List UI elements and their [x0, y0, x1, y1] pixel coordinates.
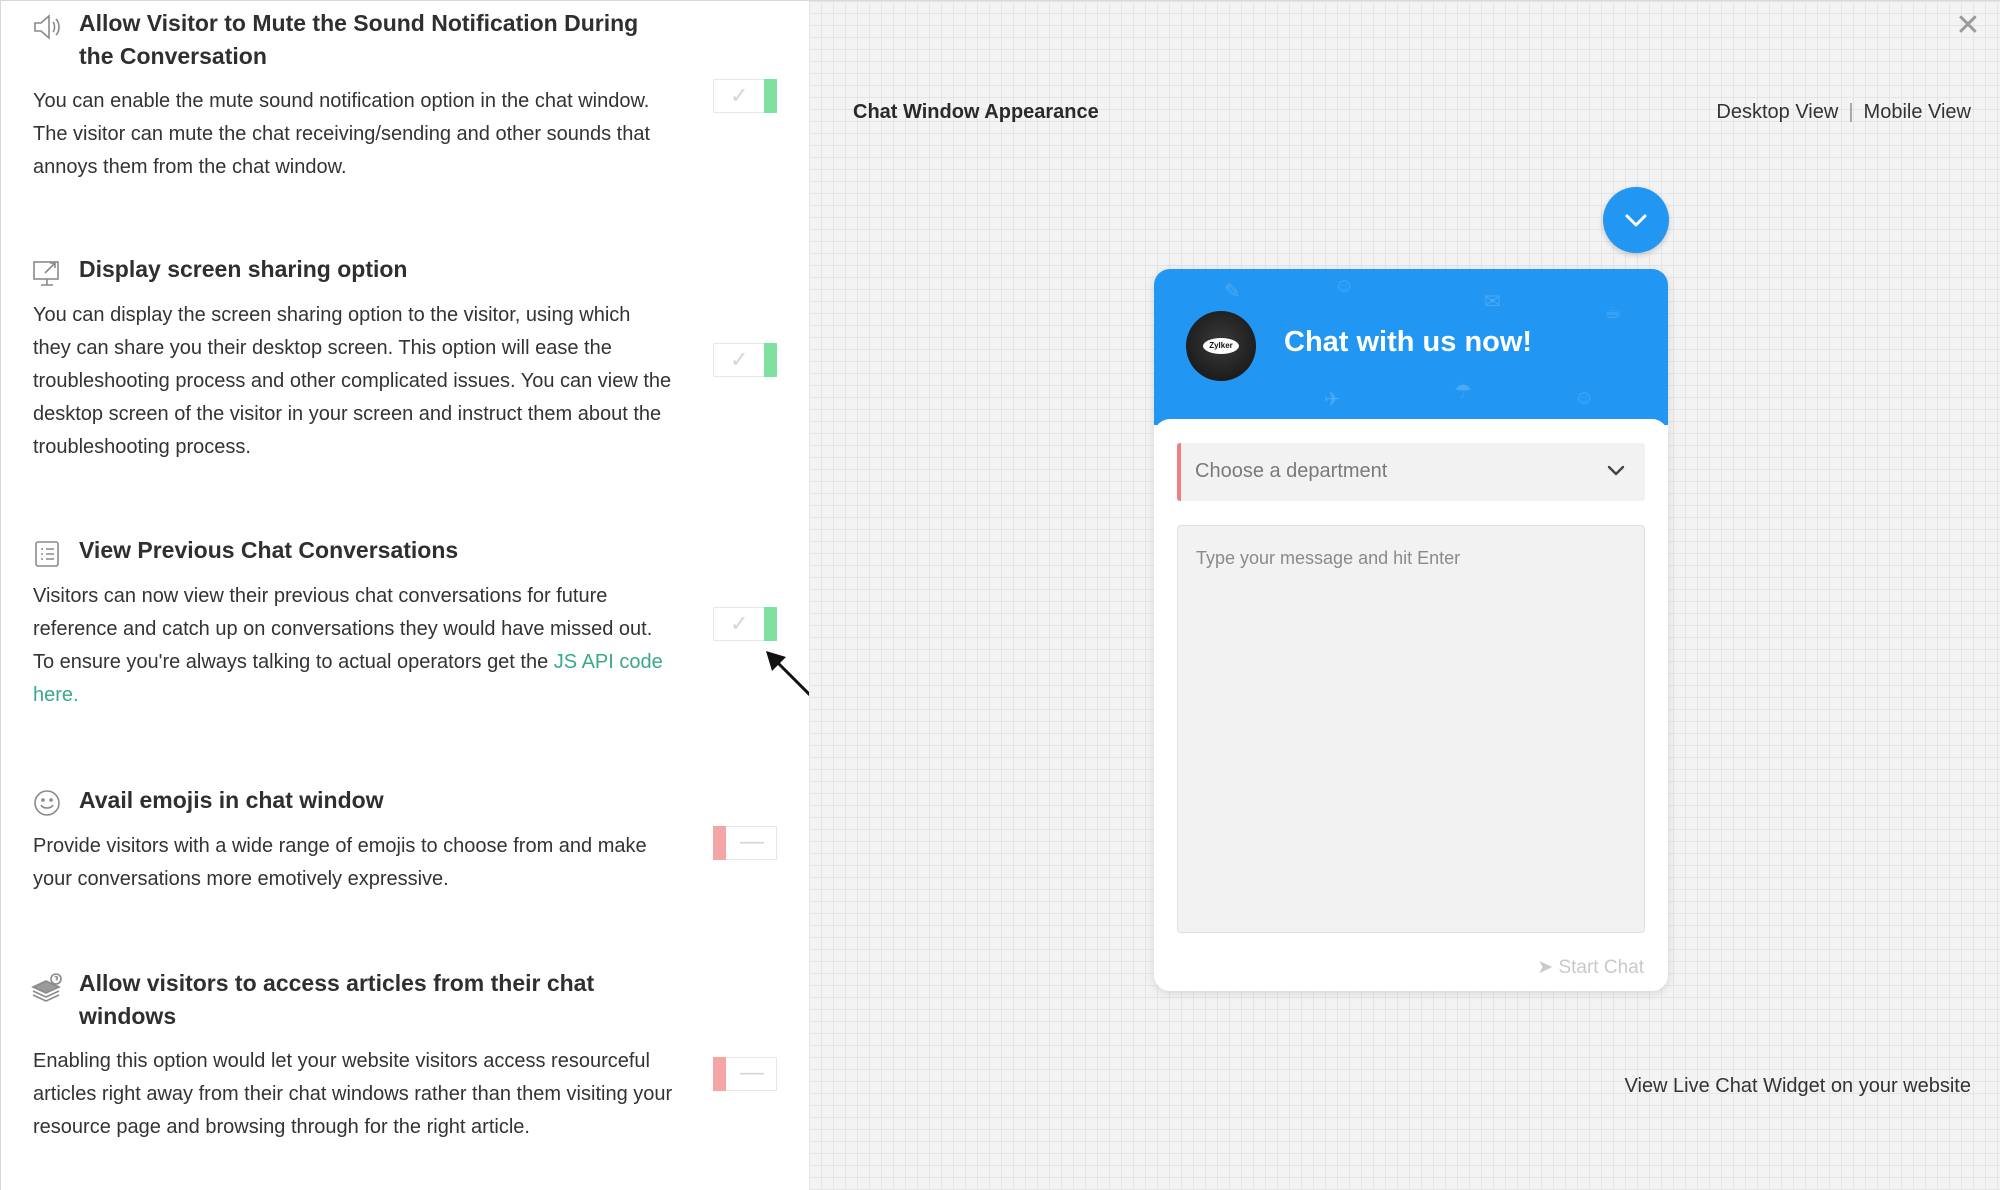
chat-header: ✎ ☺ ✉ ☕ ☂ ☺ ✈ Zylker Chat with us now! — [1154, 269, 1668, 425]
setting-description: You can enable the mute sound notificati… — [33, 90, 651, 178]
setting-title: Avail emojis in chat window — [79, 787, 384, 813]
doodle-icon: ☕ — [1604, 301, 1622, 323]
toggle-indicator — [713, 1057, 726, 1091]
department-placeholder: Choose a department — [1195, 460, 1388, 482]
setting-title: Display screen sharing option — [79, 256, 408, 282]
minimize-chat-button[interactable] — [1603, 187, 1669, 253]
doodle-icon: ☂ — [1454, 381, 1472, 403]
department-select[interactable]: Choose a department — [1177, 443, 1645, 501]
setting-title: View Previous Chat Conversations — [79, 537, 459, 563]
doodle-icon: ✎ — [1224, 281, 1241, 303]
settings-panel: Allow Visitor to Mute the Sound Notifica… — [1, 1, 809, 1190]
toggle-indicator — [764, 607, 777, 641]
setting-description: Enabling this option would let your webs… — [33, 1050, 673, 1138]
chevron-down-icon — [1625, 214, 1647, 227]
check-icon: ✓ — [730, 611, 749, 636]
setting-description: Visitors can now view their previous cha… — [33, 580, 673, 712]
view-separator: | — [1848, 101, 1854, 123]
setting-title: Allow Visitor to Mute the Sound Notifica… — [79, 10, 639, 69]
message-placeholder: Type your message and hit Enter — [1196, 548, 1461, 568]
minus-icon: — — [740, 828, 764, 855]
chat-title: Chat with us now! — [1284, 326, 1533, 358]
doodle-icon: ☺ — [1574, 387, 1595, 409]
mute-sound-toggle[interactable]: ✓ — [713, 79, 777, 113]
doodle-icon: ✉ — [1484, 291, 1501, 313]
chat-widget: ✎ ☺ ✉ ☕ ☂ ☺ ✈ Zylker Chat with us now! C… — [1154, 269, 1668, 991]
screen-sharing-toggle[interactable]: ✓ — [713, 343, 777, 377]
toggle-indicator — [713, 826, 726, 860]
message-input[interactable]: Type your message and hit Enter — [1177, 525, 1645, 933]
minus-icon: — — [740, 1059, 764, 1086]
check-icon: ✓ — [730, 347, 749, 372]
screen-share-icon — [31, 257, 63, 289]
view-switch: Desktop View | Mobile View — [1716, 101, 1971, 124]
close-icon[interactable]: ✕ — [1953, 11, 1983, 41]
mobile-view-link[interactable]: Mobile View — [1864, 101, 1971, 123]
chevron-down-icon — [1607, 465, 1625, 476]
setting-description: Provide visitors with a wide range of em… — [33, 835, 647, 890]
chat-body: Choose a department Type your message an… — [1154, 419, 1668, 991]
preview-title: Chat Window Appearance — [853, 101, 1099, 123]
view-live-widget-link[interactable]: View Live Chat Widget on your website — [1625, 1075, 1971, 1098]
previous-chats-toggle[interactable]: ✓ — [713, 607, 777, 641]
articles-toggle[interactable]: — — [713, 1057, 777, 1091]
check-icon: ✓ — [730, 83, 749, 108]
toggle-indicator — [764, 343, 777, 377]
annotation-arrow — [766, 651, 809, 697]
speaker-icon — [31, 11, 63, 43]
brand-logo: Zylker — [1203, 338, 1239, 354]
app-frame: Allow Visitor to Mute the Sound Notifica… — [0, 0, 2000, 1190]
doodle-icon: ☺ — [1334, 275, 1355, 297]
smiley-icon — [31, 787, 63, 819]
desktop-view-link[interactable]: Desktop View — [1716, 101, 1838, 123]
setting-description: You can display the screen sharing optio… — [33, 304, 672, 458]
start-chat-label: Start Chat — [1558, 957, 1644, 978]
doodle-icon: ✈ — [1324, 389, 1341, 411]
toggle-indicator — [764, 79, 777, 113]
articles-icon — [31, 971, 63, 1003]
list-icon — [31, 538, 63, 570]
emojis-toggle[interactable]: — — [713, 826, 777, 860]
start-chat-button[interactable]: ➤ Start Chat — [1537, 956, 1644, 979]
send-icon: ➤ — [1537, 957, 1554, 978]
preview-panel: ✕ Chat Window Appearance Desktop View | Mo… — [809, 1, 2000, 1190]
avatar: Zylker — [1186, 311, 1256, 381]
setting-title: Allow visitors to access articles from t… — [79, 970, 595, 1029]
